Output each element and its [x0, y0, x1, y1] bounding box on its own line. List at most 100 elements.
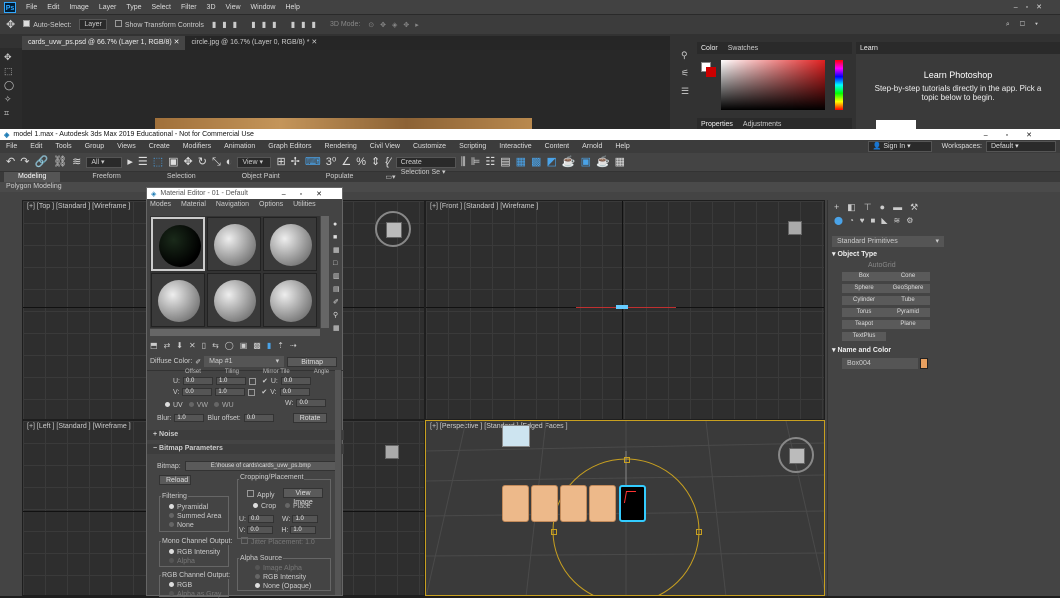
align-icon[interactable]: ⊫ [471, 154, 481, 170]
teapot-button[interactable]: Teapot [842, 320, 886, 329]
systems-icon[interactable]: ⚙ [906, 216, 913, 225]
v-tile-check[interactable]: ✔ [261, 388, 267, 396]
put-to-scene-icon[interactable]: ⇄ [164, 341, 171, 350]
pivot-icon[interactable]: ⊞ [276, 154, 285, 170]
summed-area-radio[interactable]: Summed Area [169, 513, 221, 520]
align-icons[interactable]: ▮▮▮ ▮▮▮ ▮▮▮ [212, 20, 322, 29]
ps-menu-help[interactable]: Help [285, 4, 299, 11]
ps-menu-filter[interactable]: Filter [181, 4, 197, 11]
blur-field[interactable]: 1.0 [174, 414, 205, 422]
render-production-icon[interactable]: ☕ [596, 154, 610, 170]
persp-card-top[interactable] [502, 425, 530, 447]
rgb-radio[interactable]: RGB [169, 582, 192, 589]
u-tiling-field[interactable]: 1.0 [216, 377, 246, 385]
bind-icon[interactable]: ≋ [72, 154, 81, 170]
u-angle-field[interactable]: 0.0 [280, 377, 311, 385]
move-icon[interactable]: ✥ [4, 52, 18, 62]
render-setup-icon[interactable]: ☕ [562, 154, 576, 170]
spacewarps-icon[interactable]: ≋ [894, 216, 901, 225]
ps-tab-circle[interactable]: circle.jpg @ 16.7% (Layer 0, RGB/8) * ✕ [185, 36, 323, 50]
material-id-icon[interactable]: ▣ [240, 341, 248, 350]
slots-scrollbar[interactable] [321, 216, 329, 328]
hierarchy-tab-icon[interactable]: ⊤ [864, 202, 872, 213]
v-mirror-checkbox[interactable] [248, 388, 256, 396]
cameras-icon[interactable]: ■ [871, 216, 876, 225]
adjustments-tab[interactable]: Adjustments [743, 121, 782, 128]
select-object-icon[interactable]: ▸ [127, 154, 133, 170]
curve-editor-icon[interactable]: ▦ [516, 154, 526, 170]
move-icon[interactable]: ✥ [184, 154, 193, 170]
motion-tab-icon[interactable]: ● [880, 202, 885, 212]
ps-menu-type[interactable]: Type [126, 4, 141, 11]
gizmo-handle-right[interactable] [696, 529, 702, 535]
undo-icon[interactable]: ↶ [6, 154, 15, 170]
layer-explorer-icon[interactable]: ☷ [485, 154, 495, 170]
eyedropper-icon[interactable]: ✐ [195, 358, 201, 366]
ribbon-toggle-icon[interactable]: ▤ [500, 154, 510, 170]
sample-slot-5[interactable] [207, 273, 261, 327]
noise-rollout[interactable]: + Noise [147, 430, 344, 440]
u-mirror-checkbox[interactable] [249, 377, 256, 385]
ps-menu-image[interactable]: Image [69, 4, 88, 11]
3d-mode-icons[interactable]: ⊙✥◈✥▸ [368, 21, 425, 29]
transform-controls-checkbox[interactable]: Show Transform Controls [114, 20, 204, 29]
max-menu-create[interactable]: Create [149, 143, 170, 150]
view-image-button[interactable]: View Image [283, 488, 323, 506]
geometry-icon[interactable]: ⬤ [834, 216, 843, 225]
mirror-icon[interactable]: ⫼ [461, 154, 466, 170]
ps-menu-file[interactable]: File [26, 4, 37, 11]
select-manipulate-icon[interactable]: ✢ [291, 154, 300, 170]
geosphere-button[interactable]: GeoSphere [886, 284, 930, 293]
percent-snap-icon[interactable]: % [356, 154, 366, 170]
mono-rgb-intensity-radio[interactable]: RGB Intensity [169, 549, 220, 556]
name-color-header[interactable]: ▾ Name and Color [832, 346, 891, 354]
ribbon-options-icon[interactable]: ▭▾ [385, 173, 395, 181]
me-side-tools[interactable]: ● ■ ▦ □ ▥ ▤ ✐ ⚲ ▦ [333, 218, 341, 335]
viewcube-front[interactable] [788, 221, 802, 235]
auto-select-dropdown[interactable]: Layer [79, 19, 107, 30]
card-box-selected[interactable] [619, 485, 646, 522]
card-box-1[interactable] [502, 485, 529, 522]
viewport-top-label[interactable]: [+] [Top ] [Standard ] [Wireframe ] [27, 203, 130, 210]
map-name-field[interactable]: Map #1 ▾ [204, 356, 285, 367]
ps-menu-layer[interactable]: Layer [99, 4, 117, 11]
max-menu-group[interactable]: Group [85, 143, 104, 150]
max-menu-animation[interactable]: Animation [224, 143, 255, 150]
ps-menu-select[interactable]: Select [152, 4, 171, 11]
me-menu-navigation[interactable]: Navigation [216, 201, 249, 208]
panel-icons[interactable]: ⚲ ⚟ ☰ [681, 46, 693, 100]
textplus-button[interactable]: TextPlus [842, 332, 886, 341]
me-menu-utilities[interactable]: Utilities [293, 201, 316, 208]
viewcube-persp[interactable] [778, 437, 814, 473]
learn-tab[interactable]: Learn [860, 45, 878, 52]
viewcube-top[interactable] [375, 211, 411, 247]
u-offset-field[interactable]: 0.0 [183, 377, 213, 385]
schematic-view-icon[interactable]: ▩ [531, 154, 541, 170]
rotate-button[interactable]: Rotate [292, 413, 327, 423]
crop-u-field[interactable]: 0.0 [248, 515, 274, 523]
rendered-frame-icon[interactable]: ▣ [581, 154, 591, 170]
shapes-icon[interactable]: ◔ [849, 216, 854, 225]
workspaces-dropdown[interactable]: Default ▾ [986, 141, 1056, 152]
show-end-icon[interactable]: ▮ [267, 341, 271, 350]
ribbon-tab-freeform[interactable]: Freeform [78, 172, 134, 182]
reference-coord-dropdown[interactable]: View ▾ [237, 156, 272, 168]
plane-button[interactable]: Plane [886, 320, 930, 329]
angle-snap-icon[interactable]: ∠ [341, 154, 351, 170]
keyboard-shortcut-icon[interactable]: ⌨ [305, 154, 321, 170]
me-menu-material[interactable]: Material [181, 201, 206, 208]
none-opaque-radio[interactable]: None (Opaque) [255, 583, 311, 590]
rect-select-icon[interactable]: ⬚ [153, 154, 163, 170]
max-menu-edit[interactable]: Edit [30, 143, 42, 150]
crop-icon[interactable]: ⌗ [4, 108, 18, 118]
snap-icon[interactable]: 3⁰ [326, 154, 337, 170]
pyramid-button[interactable]: Pyramid [886, 308, 930, 317]
max-menu-scripting[interactable]: Scripting [459, 143, 486, 150]
helpers-icon[interactable]: ◣ [881, 216, 887, 225]
sample-slot-3[interactable] [263, 217, 317, 271]
color-tab[interactable]: Color [701, 45, 718, 52]
modify-tab-icon[interactable]: ◧ [847, 202, 856, 213]
properties-tab[interactable]: Properties [701, 121, 733, 128]
primitives-dropdown[interactable]: Standard Primitives ▾ [832, 236, 944, 247]
hue-slider[interactable] [835, 60, 843, 110]
